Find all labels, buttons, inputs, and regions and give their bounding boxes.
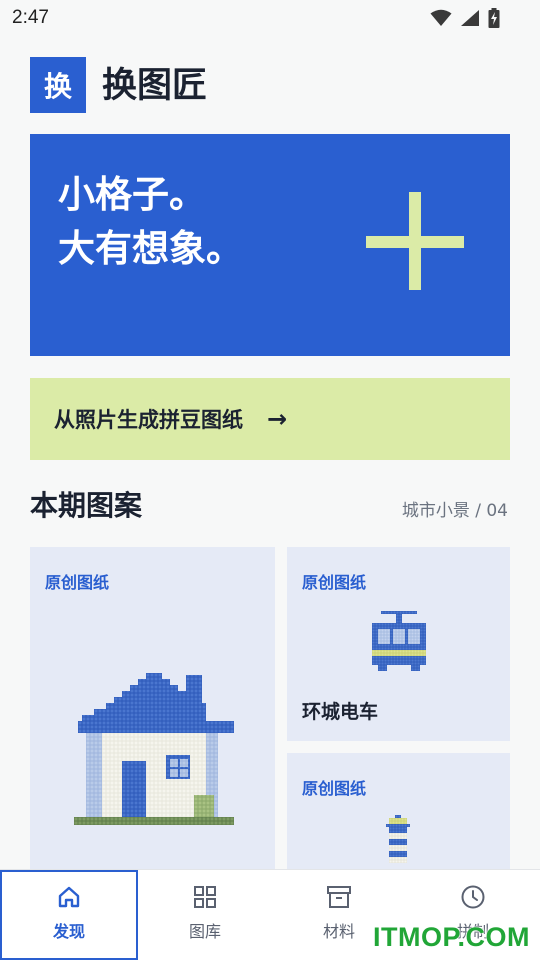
- grid-icon: [194, 886, 216, 908]
- house-pixel-art: [74, 673, 234, 825]
- tram-pixel-art: [372, 611, 426, 671]
- section-meta[interactable]: 城市小景 / 04: [402, 500, 508, 522]
- card-name: 环城电车: [302, 701, 379, 723]
- status-icons: [430, 8, 500, 28]
- pattern-card-lighthouse[interactable]: 原创图纸: [287, 753, 510, 883]
- nav-label-discover: 发现: [52, 922, 85, 941]
- section-title: 本期图案: [30, 489, 143, 522]
- status-bar: 2:47: [0, 0, 540, 36]
- app-logo: 换: [30, 57, 86, 113]
- app-logo-char: 换: [43, 70, 72, 103]
- hero-line-2: 大有想象。: [58, 227, 243, 270]
- app-title: 换图匠: [102, 66, 208, 106]
- generate-pattern-button[interactable]: 从照片生成拼豆图纸 →: [30, 378, 510, 460]
- home-icon: [58, 886, 80, 908]
- arrow-right-icon: →: [267, 405, 288, 433]
- nav-label-gallery: 图库: [188, 922, 221, 941]
- battery-charging-icon: [488, 8, 500, 28]
- lighthouse-pixel-art: [386, 815, 410, 863]
- hero-banner[interactable]: 小格子。 大有想象。: [30, 134, 510, 356]
- card-badge: 原创图纸: [45, 573, 110, 592]
- archive-box-icon: [327, 886, 351, 908]
- generate-pattern-label: 从照片生成拼豆图纸: [54, 408, 243, 432]
- pattern-card-tram[interactable]: 原创图纸 环城电车: [287, 547, 510, 741]
- signal-icon: [461, 10, 479, 26]
- clock-icon: [461, 885, 485, 909]
- nav-item-gallery[interactable]: 图库: [138, 870, 272, 960]
- card-badge: 原创图纸: [302, 573, 367, 592]
- pattern-card-house[interactable]: 原创图纸: [30, 547, 275, 877]
- nav-label-materials: 材料: [322, 922, 355, 941]
- wifi-icon: [430, 9, 452, 26]
- nav-item-discover[interactable]: 发现: [0, 870, 138, 960]
- watermark: ITMOP.COM: [372, 922, 530, 952]
- hero-line-1: 小格子。: [58, 173, 206, 216]
- card-badge: 原创图纸: [302, 779, 367, 798]
- status-time: 2:47: [12, 7, 49, 28]
